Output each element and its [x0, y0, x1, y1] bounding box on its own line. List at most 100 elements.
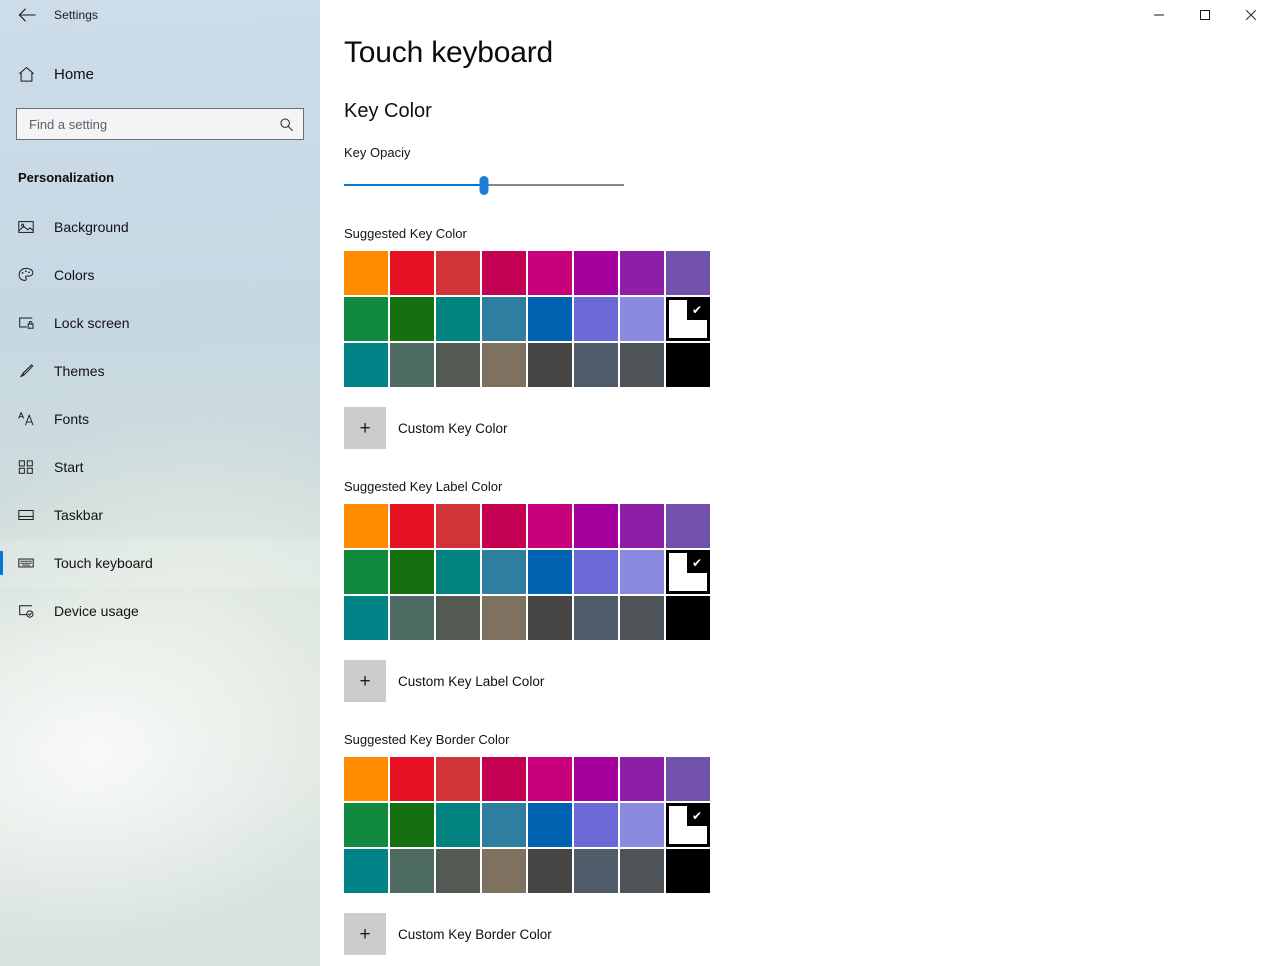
color-swatch[interactable] — [344, 803, 388, 847]
color-swatch[interactable] — [574, 550, 618, 594]
color-swatch[interactable] — [574, 343, 618, 387]
color-swatch[interactable] — [436, 297, 480, 341]
maximize-button[interactable] — [1182, 0, 1228, 30]
color-swatch[interactable] — [574, 849, 618, 893]
sidebar-item-lock-screen[interactable]: Lock screen — [0, 299, 320, 347]
color-swatch[interactable] — [528, 550, 572, 594]
color-swatch[interactable] — [344, 550, 388, 594]
color-swatch[interactable] — [390, 343, 434, 387]
color-swatch[interactable] — [344, 504, 388, 548]
color-swatch[interactable] — [574, 803, 618, 847]
color-swatch[interactable] — [528, 757, 572, 801]
color-swatch[interactable] — [574, 251, 618, 295]
sidebar-item-home[interactable]: Home — [0, 54, 320, 94]
key-opacity-slider[interactable] — [344, 174, 624, 196]
color-swatch[interactable] — [436, 504, 480, 548]
color-swatch[interactable] — [482, 251, 526, 295]
color-swatch[interactable]: ✔ — [666, 803, 710, 847]
color-swatch[interactable] — [436, 849, 480, 893]
main-content: Touch keyboard Key Color Key Opaciy Sugg… — [320, 0, 1274, 966]
color-swatch[interactable] — [390, 757, 434, 801]
color-swatch[interactable] — [620, 504, 664, 548]
sidebar-item-start[interactable]: Start — [0, 443, 320, 491]
color-swatch[interactable] — [666, 849, 710, 893]
color-swatch[interactable] — [574, 504, 618, 548]
color-swatch[interactable] — [482, 849, 526, 893]
color-swatch[interactable] — [436, 550, 480, 594]
color-swatch[interactable] — [436, 803, 480, 847]
palette-icon — [16, 266, 36, 284]
color-swatch[interactable] — [620, 550, 664, 594]
color-swatch[interactable] — [436, 251, 480, 295]
color-swatch[interactable] — [528, 343, 572, 387]
color-swatch[interactable] — [574, 757, 618, 801]
color-swatch[interactable] — [390, 251, 434, 295]
color-swatch[interactable] — [574, 297, 618, 341]
custom-key-label-color-row[interactable]: + Custom Key Label Color — [344, 660, 1274, 702]
color-swatch[interactable] — [620, 343, 664, 387]
color-swatch[interactable] — [344, 343, 388, 387]
search-icon[interactable] — [275, 108, 297, 140]
slider-thumb[interactable] — [480, 176, 489, 195]
close-button[interactable] — [1228, 0, 1274, 30]
color-swatch[interactable] — [344, 849, 388, 893]
color-swatch[interactable] — [666, 596, 710, 640]
color-swatch[interactable] — [344, 297, 388, 341]
color-swatch[interactable] — [528, 849, 572, 893]
color-swatch[interactable] — [390, 504, 434, 548]
color-swatch[interactable] — [666, 504, 710, 548]
color-swatch[interactable] — [666, 343, 710, 387]
custom-key-border-color-row[interactable]: + Custom Key Border Color — [344, 913, 1274, 955]
sidebar-item-themes[interactable]: Themes — [0, 347, 320, 395]
color-swatch[interactable] — [436, 596, 480, 640]
color-swatch[interactable] — [344, 757, 388, 801]
color-swatch[interactable] — [482, 297, 526, 341]
color-swatch[interactable] — [528, 803, 572, 847]
color-swatch[interactable] — [482, 596, 526, 640]
sidebar-item-fonts[interactable]: Fonts — [0, 395, 320, 443]
color-swatch[interactable] — [390, 550, 434, 594]
search-input[interactable] — [16, 108, 304, 140]
color-swatch[interactable] — [390, 297, 434, 341]
color-swatch[interactable] — [620, 251, 664, 295]
plus-icon[interactable]: + — [344, 660, 386, 702]
color-swatch[interactable] — [620, 849, 664, 893]
sidebar-item-background[interactable]: Background — [0, 203, 320, 251]
custom-key-color-row[interactable]: + Custom Key Color — [344, 407, 1274, 449]
color-swatch[interactable] — [436, 757, 480, 801]
color-swatch[interactable] — [574, 596, 618, 640]
color-swatch[interactable] — [528, 251, 572, 295]
minimize-button[interactable] — [1136, 0, 1182, 30]
sidebar-item-colors[interactable]: Colors — [0, 251, 320, 299]
color-swatch[interactable] — [620, 596, 664, 640]
plus-icon[interactable]: + — [344, 913, 386, 955]
plus-icon[interactable]: + — [344, 407, 386, 449]
color-swatch[interactable] — [620, 757, 664, 801]
color-swatch[interactable] — [482, 550, 526, 594]
color-swatch[interactable] — [390, 849, 434, 893]
color-swatch[interactable] — [666, 251, 710, 295]
color-swatch[interactable]: ✔ — [666, 550, 710, 594]
color-swatch[interactable] — [344, 251, 388, 295]
color-swatch[interactable] — [436, 343, 480, 387]
color-swatch[interactable] — [528, 297, 572, 341]
color-swatch[interactable] — [344, 596, 388, 640]
color-swatch[interactable] — [390, 803, 434, 847]
color-swatch[interactable] — [528, 596, 572, 640]
key-opacity-label: Key Opaciy — [344, 145, 1274, 160]
color-swatch[interactable] — [620, 297, 664, 341]
sidebar-item-device-usage[interactable]: Device usage — [0, 587, 320, 635]
check-icon: ✔ — [687, 806, 707, 826]
color-swatch[interactable] — [528, 504, 572, 548]
color-swatch[interactable] — [482, 343, 526, 387]
color-swatch[interactable] — [666, 757, 710, 801]
sidebar-item-touch-keyboard[interactable]: Touch keyboard — [0, 539, 320, 587]
color-swatch[interactable] — [482, 803, 526, 847]
sidebar-item-taskbar[interactable]: Taskbar — [0, 491, 320, 539]
color-swatch[interactable]: ✔ — [666, 297, 710, 341]
color-swatch[interactable] — [482, 757, 526, 801]
color-swatch[interactable] — [390, 596, 434, 640]
back-button[interactable] — [10, 1, 44, 29]
color-swatch[interactable] — [482, 504, 526, 548]
color-swatch[interactable] — [620, 803, 664, 847]
